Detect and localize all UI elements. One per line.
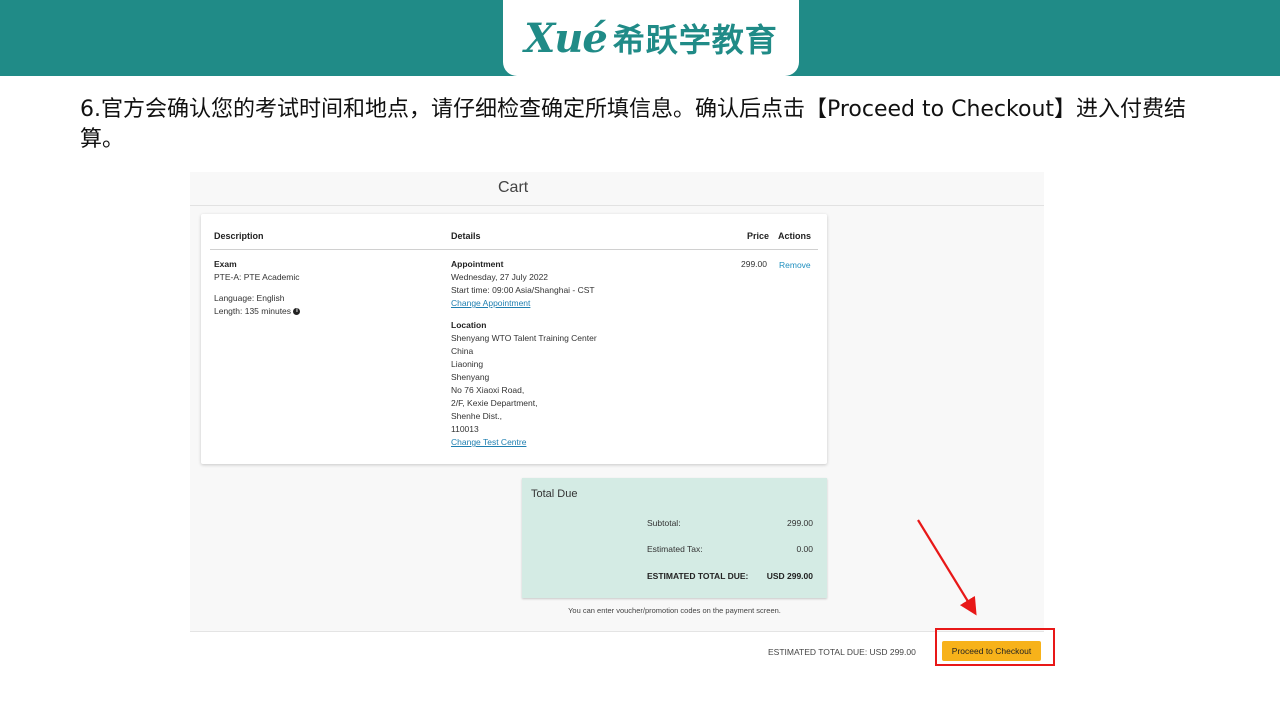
red-arrow-icon — [917, 519, 977, 616]
slide: Xué 希跃学教育 6.官方会确认您的考试时间和地点，请仔细检查确定所填信息。确… — [0, 0, 1280, 720]
